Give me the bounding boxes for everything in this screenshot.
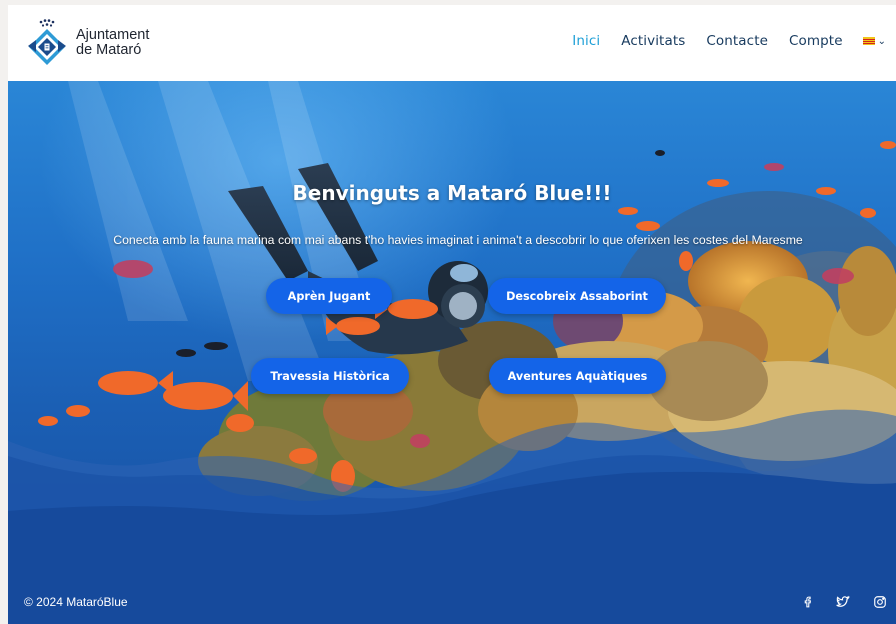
hero-subtitle: Conecta amb la fauna marina com mai aban… xyxy=(113,233,803,247)
brand-line-2: de Mataró xyxy=(76,42,142,58)
underwater-scene-image xyxy=(8,81,896,624)
brand-name: Ajuntament de Mataró xyxy=(76,28,149,58)
apren-jugant-button[interactable]: Aprèn Jugant xyxy=(266,278,392,314)
page: Ajuntament de Mataró Inici Activitats Co… xyxy=(8,5,896,624)
hero-section: Benvinguts a Mataró Blue!!! Conecta amb … xyxy=(8,81,896,624)
footer-copyright: © 2024 MataróBlue xyxy=(24,595,128,609)
twitter-icon[interactable] xyxy=(834,594,850,610)
descobreix-assaborint-button[interactable]: Descobreix Assaborint xyxy=(488,278,666,314)
aventures-aquatiques-button[interactable]: Aventures Aquàtiques xyxy=(489,358,666,394)
main-nav: Inici Activitats Contacte Compte ⌄ xyxy=(551,33,886,49)
site-header: Ajuntament de Mataró Inici Activitats Co… xyxy=(8,5,896,81)
brand-logo[interactable]: Ajuntament de Mataró xyxy=(24,19,149,67)
chevron-down-icon: ⌄ xyxy=(877,35,886,47)
catalan-flag-icon xyxy=(862,37,875,45)
nav-item-activitats[interactable]: Activitats xyxy=(621,33,685,49)
travessia-historica-button[interactable]: Travessia Històrica xyxy=(251,358,409,394)
brand-line-1: Ajuntament xyxy=(76,27,150,43)
ajuntament-logo-icon xyxy=(28,19,66,65)
facebook-icon[interactable] xyxy=(800,594,816,610)
nav-item-inici[interactable]: Inici xyxy=(572,33,600,49)
nav-item-contacte[interactable]: Contacte xyxy=(706,33,768,49)
language-selector[interactable]: ⌄ xyxy=(862,35,886,47)
instagram-icon[interactable] xyxy=(872,594,888,610)
nav-item-compte[interactable]: Compte xyxy=(789,33,843,49)
hero-title: Benvinguts a Mataró Blue!!! xyxy=(292,181,612,205)
